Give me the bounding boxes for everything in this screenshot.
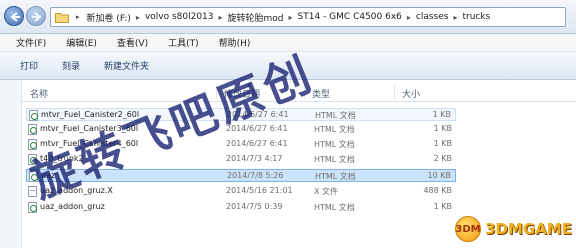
menu-help[interactable]: 帮助(H): [219, 36, 251, 49]
file-type: HTML 文档: [315, 111, 356, 120]
menu-file[interactable]: 文件(F): [16, 36, 46, 49]
folder-icon: [55, 12, 69, 23]
file-date: 2014/7/5 0:39: [226, 202, 283, 211]
breadcrumb-item-drive[interactable]: 新加卷 (F:): [87, 11, 131, 24]
file-size: 1 KB: [433, 202, 452, 211]
breadcrumb-separator: ▸: [76, 13, 80, 21]
file-size: 2 KB: [433, 154, 452, 163]
breadcrumb-separator: ▸: [288, 12, 293, 22]
breadcrumb-separator: ▸: [135, 12, 140, 22]
breadcrumb-item-classes[interactable]: classes: [416, 12, 449, 22]
logo-text: 3DMGAME: [485, 220, 572, 238]
navigation-pane[interactable]: [0, 80, 22, 248]
menu-view[interactable]: 查看(V): [117, 36, 148, 49]
new-folder-button[interactable]: 新建文件夹: [104, 59, 149, 72]
address-bar[interactable]: ▸ 新加卷 (F:) ▸ volvo s80l2013 ▸ 旋转轮胎mod ▸ …: [50, 7, 566, 27]
file-type: HTML 文档: [314, 203, 355, 212]
file-date: 2014/7/8 5:26: [227, 171, 284, 180]
file-type: X 文件: [314, 187, 339, 196]
file-type: HTML 文档: [314, 140, 355, 149]
html-file-icon: [29, 110, 38, 121]
logo-mascot-icon: 3DM: [455, 216, 481, 242]
site-logo: 3DM 3DMGAME: [455, 214, 572, 244]
column-divider[interactable]: [394, 84, 395, 100]
file-size: 1 KB: [433, 139, 452, 148]
file-type: HTML 文档: [315, 172, 356, 181]
breadcrumb-separator: ▸: [453, 12, 458, 22]
file-size: 1 KB: [432, 110, 451, 119]
html-file-icon: [28, 124, 37, 135]
file-date: 2014/7/3 4:17: [226, 154, 283, 163]
arrow-right-icon: [32, 12, 42, 22]
breadcrumb-item-trucks[interactable]: trucks: [463, 12, 491, 22]
file-date: 2014/6/27 6:41: [226, 139, 288, 148]
print-button[interactable]: 打印: [20, 59, 38, 72]
file-type: HTML 文档: [314, 155, 355, 164]
arrow-left-icon: [10, 12, 20, 22]
column-header-name[interactable]: 名称: [30, 87, 48, 100]
file-size: 10 KB: [427, 171, 451, 180]
back-button[interactable]: [4, 6, 24, 26]
breadcrumb-separator: ▸: [406, 12, 411, 22]
burn-button[interactable]: 刻录: [62, 59, 80, 72]
html-file-icon: [28, 202, 37, 213]
menu-edit[interactable]: 编辑(E): [66, 36, 97, 49]
file-date: 2014/5/16 21:01: [226, 186, 293, 195]
menu-tools[interactable]: 工具(T): [168, 36, 199, 49]
file-type: HTML 文档: [314, 125, 355, 134]
file-size: 488 KB: [423, 186, 452, 195]
address-toolbar: ▸ 新加卷 (F:) ▸ volvo s80l2013 ▸ 旋转轮胎mod ▸ …: [0, 0, 576, 34]
breadcrumb-item-gmc[interactable]: ST14 - GMC C4500 6x6: [298, 12, 402, 22]
breadcrumb-item-mod[interactable]: 旋转轮胎mod: [228, 11, 284, 24]
breadcrumb-separator: ▸: [218, 12, 223, 22]
file-size: 1 KB: [433, 124, 452, 133]
file-row[interactable]: uaz_addon_gruz 2014/7/5 0:39 HTML 文档 1 K…: [26, 201, 456, 214]
breadcrumb-item-volvo[interactable]: volvo s80l2013: [145, 12, 214, 22]
column-header-size[interactable]: 大小: [402, 87, 420, 100]
forward-button[interactable]: [26, 6, 46, 26]
